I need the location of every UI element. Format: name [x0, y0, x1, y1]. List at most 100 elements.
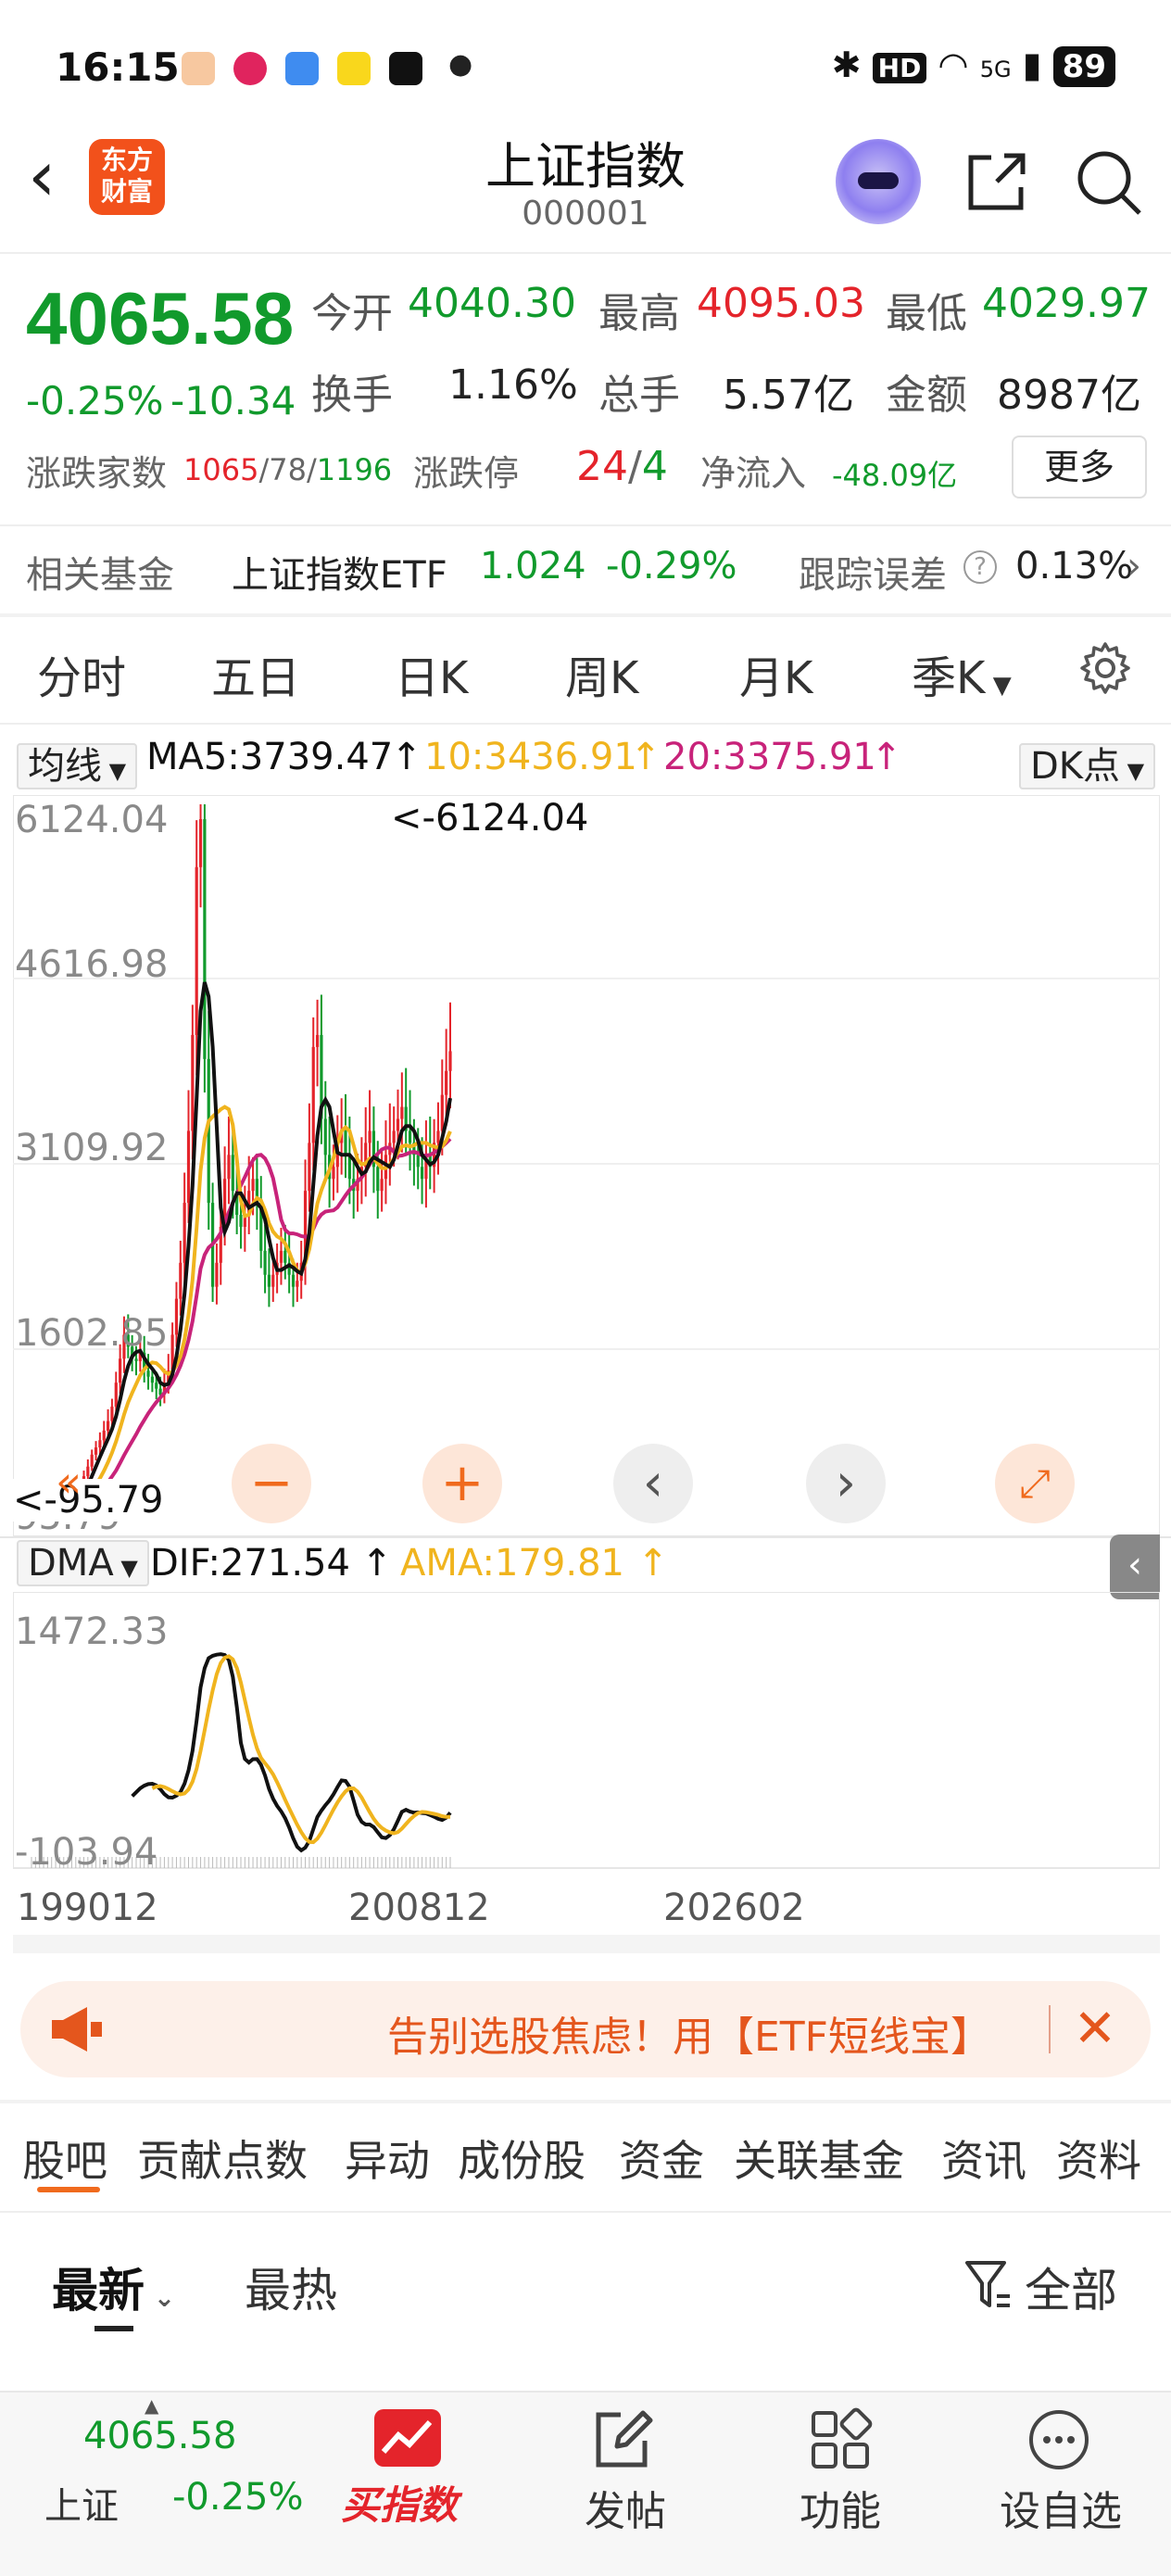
candle-body	[183, 1203, 186, 1263]
amount-label: 金额	[886, 372, 967, 419]
filter-icon[interactable]	[963, 2257, 1012, 2313]
chart-footer	[13, 1935, 1160, 1953]
candle-body	[279, 1250, 283, 1263]
buy-index-label[interactable]: 买指数	[341, 2474, 458, 2531]
nav-index-name[interactable]: 上证	[44, 2476, 119, 2530]
tab-5day[interactable]: 五日	[211, 641, 300, 706]
scroll-right-button[interactable]: ›	[806, 1444, 886, 1523]
more-notifications-dot: ●	[448, 48, 473, 81]
double-left-icon[interactable]: «	[56, 1457, 82, 1507]
side-panel-toggle[interactable]: ‹	[1110, 1534, 1160, 1599]
up-arrow-icon: ↑	[361, 1542, 393, 1585]
tab-profile[interactable]: 资料	[1056, 2128, 1141, 2189]
function-label[interactable]: 功能	[789, 2478, 891, 2537]
candle-body	[323, 1118, 327, 1155]
divider	[0, 1536, 1171, 1538]
tab-anomaly[interactable]: 异动	[345, 2128, 430, 2189]
breadth-values: 1065/78/1196	[183, 452, 393, 487]
tab-contribution[interactable]: 贡献点数	[137, 2128, 308, 2189]
more-button[interactable]: 更多	[1012, 436, 1147, 499]
breadth-up: 1065	[183, 452, 259, 487]
inflow-label: 净流入	[700, 453, 807, 494]
candle-body	[380, 1179, 384, 1192]
kline-chart[interactable]	[13, 795, 1160, 1536]
tab-news[interactable]: 资讯	[941, 2128, 1026, 2189]
tab-weekly-k[interactable]: 周K	[565, 641, 638, 706]
low-value: 4029.97	[982, 280, 1151, 327]
tab-quarterly-k[interactable]: 季K ▼	[912, 641, 1012, 706]
tab-intraday[interactable]: 分时	[37, 641, 126, 706]
share-icon[interactable]	[960, 145, 1034, 219]
buy-index-icon[interactable]	[372, 2407, 443, 2469]
function-icon[interactable]	[808, 2407, 873, 2472]
candle-body	[308, 1143, 311, 1192]
change-pct: -0.25%	[26, 378, 164, 423]
ma20-legend: 20:3375.91	[663, 736, 876, 778]
banner-text[interactable]: 告别选股焦虑！用【ETF短线宝】	[0, 2003, 1019, 2063]
close-icon[interactable]: ✕	[1067, 2001, 1123, 2057]
open-value: 4040.30	[408, 280, 576, 327]
sort-latest[interactable]: 最新 ⌄	[52, 2254, 175, 2320]
up-arrow-icon: ↑	[637, 1542, 669, 1585]
dk-point-select[interactable]: DK点 ▼	[1019, 736, 1156, 789]
candle-body	[400, 1106, 404, 1119]
dma-chart[interactable]	[13, 1592, 1160, 1870]
tab-daily-k[interactable]: 日K	[395, 641, 468, 706]
more-options-icon[interactable]	[1026, 2407, 1091, 2472]
dma-select[interactable]: DMA ▼	[17, 1540, 149, 1586]
candle-body	[332, 1167, 335, 1180]
fullscreen-button[interactable]: ⤢	[995, 1444, 1075, 1523]
candle-body	[106, 1421, 110, 1431]
limit-label: 涨跌停	[413, 453, 520, 494]
candle-body	[396, 1118, 400, 1131]
tab-funds-flow[interactable]: 资金	[619, 2128, 704, 2189]
candle-body	[94, 1447, 98, 1455]
candle-body	[186, 1130, 191, 1204]
help-icon[interactable]: ?	[963, 550, 997, 584]
fund-name[interactable]: 上证指数ETF	[232, 545, 447, 599]
ma5-legend: MA5:3739.47	[146, 736, 394, 778]
candle-body	[440, 1094, 444, 1131]
caret-down-icon: ▼	[102, 758, 127, 784]
open-label: 今开	[311, 290, 393, 337]
candle-body	[191, 1034, 195, 1131]
caret-down-icon: ▼	[1120, 758, 1145, 784]
nav-index-pct[interactable]: -0.25%	[172, 2476, 304, 2519]
amount-value: 8987亿	[997, 372, 1141, 419]
gear-icon[interactable]	[1077, 639, 1134, 697]
status-indicators: ✱ HD ◠ 5G ▮ 89	[832, 44, 1115, 87]
breadth-label: 涨跌家数	[26, 453, 168, 494]
candle-body	[263, 1250, 267, 1275]
browser-app-icon	[285, 52, 319, 85]
indicator-select[interactable]: 均线 ▼	[17, 736, 138, 789]
scroll-left-button[interactable]: ‹	[613, 1444, 693, 1523]
candle-body	[283, 1250, 287, 1263]
candle-body	[344, 1130, 347, 1155]
volume-value: 5.57亿	[723, 372, 854, 419]
nav-index-price[interactable]: 4065.58	[83, 2415, 236, 2457]
add-watchlist-label[interactable]: 设自选	[991, 2478, 1130, 2537]
sort-hot[interactable]: 最热	[245, 2254, 337, 2320]
change-abs: -10.34	[170, 378, 296, 423]
post-icon[interactable]	[589, 2407, 654, 2472]
tab-constituents[interactable]: 成份股	[458, 2128, 586, 2189]
inflow-value: -48.09亿	[832, 458, 958, 493]
ama-line	[151, 1654, 451, 1845]
zoom-in-button[interactable]: +	[422, 1444, 502, 1523]
candle-body	[150, 1376, 154, 1383]
up-arrow-icon: ↑	[391, 736, 422, 778]
zoom-out-button[interactable]: −	[232, 1444, 311, 1523]
post-label[interactable]: 发帖	[574, 2478, 676, 2537]
breadth-flat: 78	[269, 452, 307, 487]
tracking-error-label: 跟踪误差	[799, 554, 947, 597]
tab-guba[interactable]: 股吧	[22, 2128, 107, 2189]
candle-body	[420, 1167, 424, 1180]
tab-monthly-k[interactable]: 月K	[739, 641, 812, 706]
chevron-right-icon[interactable]: ›	[1127, 545, 1141, 587]
candle-body	[102, 1430, 106, 1441]
search-icon[interactable]	[1071, 145, 1145, 219]
ai-assistant-icon[interactable]	[836, 139, 921, 224]
filter-all[interactable]: 全部	[1025, 2254, 1117, 2320]
chevron-down-icon: ⌄	[145, 2282, 176, 2313]
tab-related-funds[interactable]: 关联基金	[734, 2128, 904, 2189]
